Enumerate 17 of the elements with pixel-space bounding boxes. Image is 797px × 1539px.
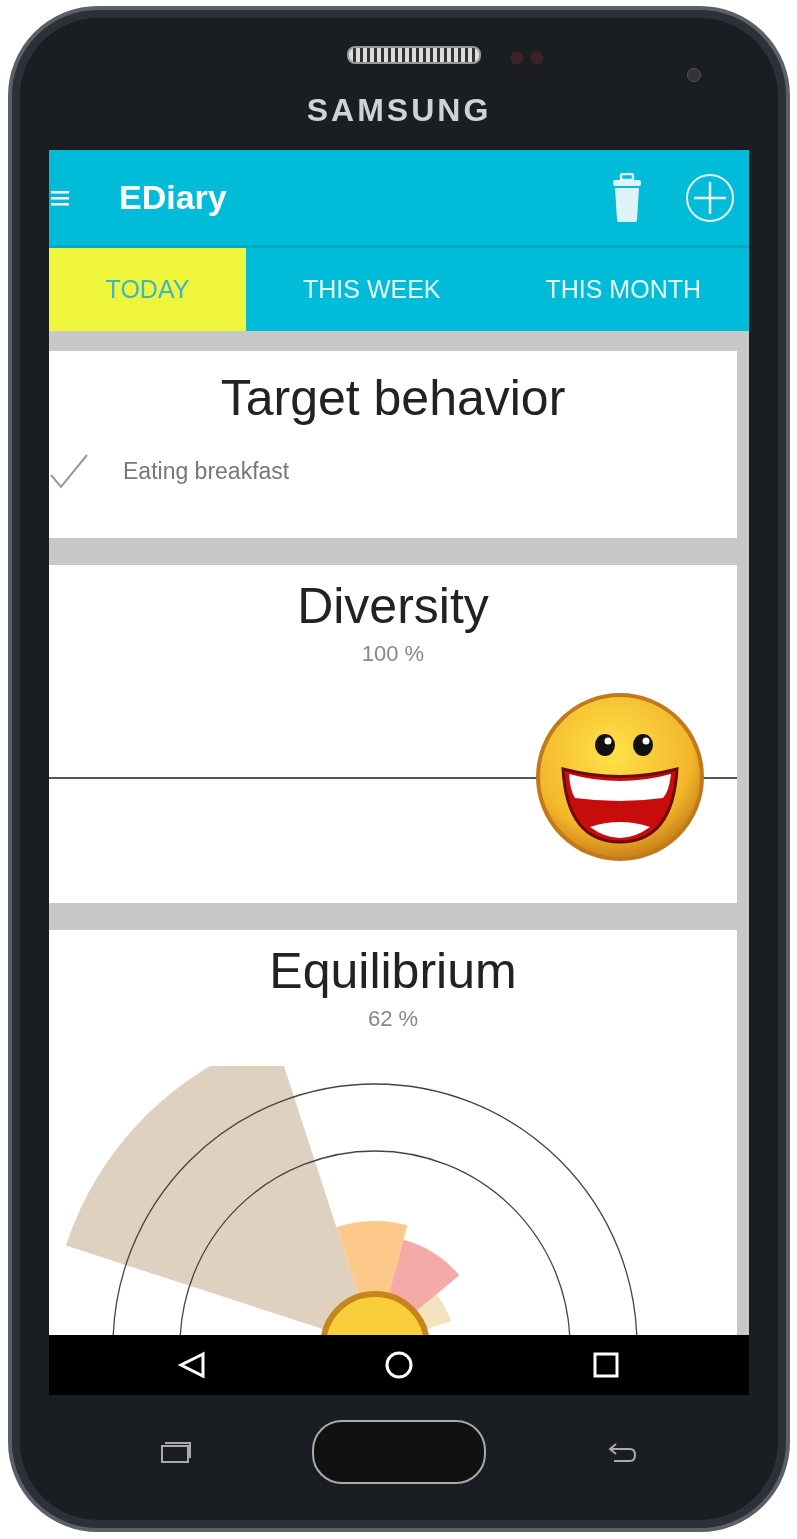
brand-logo: SAMSUNG — [305, 92, 493, 129]
percentage-reading: 62 % — [367, 1006, 419, 1032]
tab[interactable]: THIS WEEK — [246, 248, 498, 331]
home-button[interactable] — [312, 1419, 486, 1484]
tab[interactable]: TODAY — [49, 248, 246, 331]
tab[interactable]: THIS MONTH — [497, 248, 749, 331]
back-icon[interactable] — [177, 1350, 208, 1380]
card-title: Equilibrium — [269, 942, 517, 1000]
recent-apps-key-icon[interactable] — [160, 1439, 192, 1464]
camera-lens — [687, 68, 701, 82]
smiley-slider-thumb[interactable] — [535, 692, 705, 862]
percentage-reading: 100 % — [361, 641, 425, 667]
card-title: Target behavior — [220, 369, 566, 427]
app-title: EDiary — [119, 178, 227, 217]
home-icon[interactable] — [384, 1350, 414, 1380]
behavior-label: Eating breakfast — [123, 457, 290, 485]
card-title: Diversity — [297, 577, 489, 635]
